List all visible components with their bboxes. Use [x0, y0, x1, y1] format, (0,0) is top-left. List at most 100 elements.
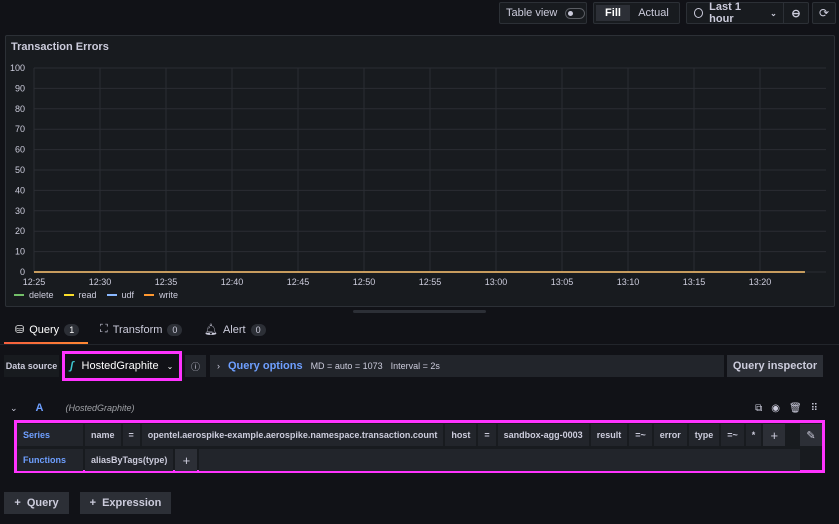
- legend: delete read udf write: [14, 290, 178, 300]
- legend-item-delete[interactable]: delete: [14, 290, 54, 300]
- legend-label: delete: [29, 290, 54, 300]
- tab-query[interactable]: ⛁ Query 1: [15, 323, 80, 336]
- series-segment[interactable]: sandbox-agg-0003: [497, 424, 589, 446]
- functions-row: Functions aliasByTags(type) +: [17, 449, 800, 471]
- x-tick-label: 13:10: [617, 277, 640, 287]
- x-tick-label: 12:25: [23, 277, 46, 287]
- database-icon: ⛁: [15, 324, 25, 336]
- chevron-right-icon: ›: [217, 361, 220, 371]
- y-tick-label: 0: [20, 267, 25, 277]
- query-ref-id[interactable]: A: [36, 402, 44, 414]
- graph-panel: Transaction Errors 0 10 20 30 40 50 60 70 80 90 10…: [5, 35, 835, 307]
- y-tick-label: 40: [15, 185, 25, 195]
- x-tick-label: 13:05: [551, 277, 574, 287]
- legend-swatch: [14, 294, 24, 296]
- series-segment[interactable]: type: [688, 424, 720, 446]
- collapse-icon[interactable]: ⌄: [10, 403, 18, 414]
- legend-item-udf[interactable]: udf: [106, 290, 135, 300]
- table-view-label: Table view: [506, 7, 558, 19]
- add-query-button[interactable]: + Query: [4, 492, 69, 514]
- series-label: Series: [17, 424, 83, 446]
- series-segment[interactable]: host: [445, 424, 477, 446]
- clock-icon: [694, 8, 704, 18]
- refresh-icon: ⟳: [818, 6, 830, 20]
- plus-icon: +: [89, 497, 97, 509]
- tab-count: 1: [64, 323, 80, 336]
- tab-transform[interactable]: ⛶ Transform 0: [100, 323, 183, 336]
- x-tick-label: 13:00: [485, 277, 508, 287]
- series-segment[interactable]: =: [122, 424, 140, 446]
- legend-label: read: [78, 290, 97, 300]
- y-tick-label: 90: [15, 83, 25, 93]
- series-segment[interactable]: =: [478, 424, 496, 446]
- add-segment-button[interactable]: +: [763, 424, 786, 446]
- add-query-label: Query: [26, 497, 59, 509]
- interval: Interval = 2s: [390, 361, 440, 371]
- series-segment[interactable]: name: [85, 424, 121, 446]
- datasource-help-button[interactable]: ⓘ: [185, 355, 206, 377]
- function-chip[interactable]: aliasByTags(type): [85, 449, 174, 471]
- add-expression-label: Expression: [102, 497, 162, 509]
- y-tick-label: 60: [15, 145, 25, 155]
- x-tick-label: 12:40: [221, 277, 244, 287]
- zoom-out-icon: ⊖: [791, 7, 801, 20]
- add-expression-button[interactable]: + Expression: [80, 492, 171, 514]
- legend-item-write[interactable]: write: [144, 290, 178, 300]
- editor-tabs: ⛁ Query 1 ⛶ Transform 0 🔔︎ Alert 0: [0, 318, 839, 345]
- x-tick-label: 13:20: [749, 277, 772, 287]
- trash-icon[interactable]: 🗑︎: [789, 403, 802, 414]
- help-icon: ⓘ: [190, 361, 200, 372]
- query-editor: Series name = opentel.aerospike-example.ae…: [14, 420, 825, 473]
- y-tick-label: 80: [15, 104, 25, 114]
- drag-handle-icon[interactable]: ⠿: [811, 403, 818, 414]
- table-view-toggle[interactable]: Table view: [499, 2, 587, 24]
- y-tick-label: 70: [15, 124, 25, 134]
- tab-label: Alert: [222, 323, 246, 336]
- y-tick-label: 50: [15, 165, 25, 175]
- query-options-label: Query options: [228, 360, 303, 372]
- eye-icon[interactable]: ◉: [771, 403, 780, 414]
- chevron-down-icon: ⌄: [770, 8, 777, 18]
- x-tick-label: 12:35: [155, 277, 178, 287]
- y-tick-label: 20: [15, 226, 25, 236]
- functions-label: Functions: [17, 449, 83, 471]
- x-tick-label: 12:30: [89, 277, 112, 287]
- toggle-switch[interactable]: [565, 7, 586, 19]
- tab-label: Transform: [112, 323, 163, 336]
- series-segment[interactable]: =~: [721, 424, 744, 446]
- series-segment[interactable]: *: [745, 424, 762, 446]
- query-inspector-button[interactable]: Query inspector: [727, 355, 823, 377]
- legend-swatch: [144, 294, 155, 296]
- legend-label: write: [159, 290, 179, 300]
- add-function-button[interactable]: +: [175, 449, 198, 471]
- datasource-value: HostedGraphite: [81, 360, 159, 372]
- functions-row-filler: [199, 449, 800, 471]
- fill-button[interactable]: Fill: [596, 5, 630, 21]
- tab-alert[interactable]: 🔔︎ Alert 0: [204, 323, 266, 336]
- edit-raw-query-button[interactable]: ✎: [800, 424, 822, 446]
- legend-label: udf: [121, 290, 135, 300]
- query-row-header: ⌄ A (HostedGraphite) ⧉ ◉ 🗑︎ ⠿: [4, 399, 826, 417]
- actual-button[interactable]: Actual: [630, 5, 677, 21]
- time-range-picker[interactable]: Last 1 hour ⌄ ⊖: [686, 1, 809, 25]
- query-options-toggle[interactable]: › Query options MD = auto = 1073 Interva…: [210, 355, 724, 377]
- series-segment[interactable]: result: [590, 424, 628, 446]
- x-tick-label: 12:45: [287, 277, 310, 287]
- legend-swatch: [106, 294, 117, 296]
- duplicate-icon[interactable]: ⧉: [755, 403, 762, 414]
- legend-item-read[interactable]: read: [63, 290, 97, 300]
- panel-resize-handle[interactable]: [353, 310, 486, 313]
- refresh-button[interactable]: ⟳: [812, 2, 836, 24]
- series-segment[interactable]: error: [653, 424, 687, 446]
- transform-icon: ⛶: [100, 323, 108, 335]
- y-tick-label: 30: [15, 206, 25, 216]
- time-range-label: Last 1 hour: [709, 1, 741, 25]
- series-segment[interactable]: opentel.aerospike-example.aerospike.name…: [141, 424, 444, 446]
- tab-count: 0: [167, 323, 183, 336]
- series-segment[interactable]: =~: [629, 424, 652, 446]
- datasource-picker[interactable]: ʃ HostedGraphite ⌄: [62, 351, 182, 381]
- zoom-out-button[interactable]: ⊖: [782, 3, 808, 23]
- max-datapoints: MD = auto = 1073: [310, 361, 383, 371]
- active-tab-indicator: [4, 342, 88, 344]
- y-tick-label: 10: [15, 247, 25, 257]
